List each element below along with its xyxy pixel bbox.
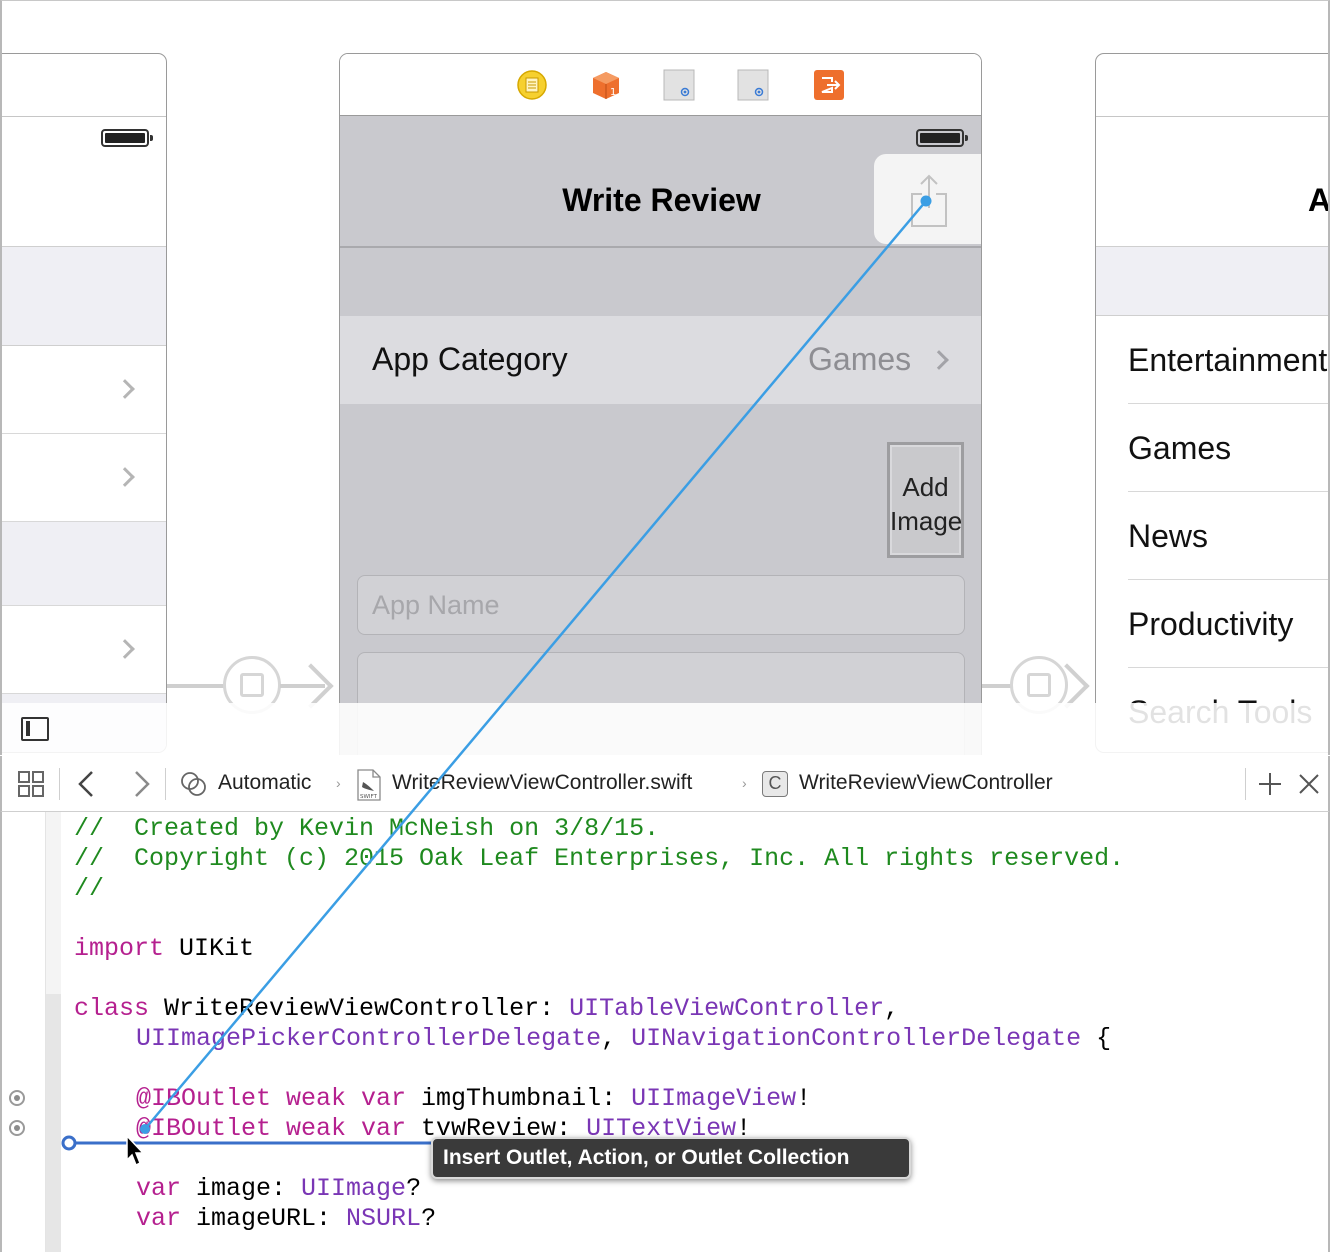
battery-icon: [101, 129, 153, 147]
table-row[interactable]: [2, 606, 166, 694]
code-line: import UIKit: [74, 934, 255, 963]
outlet-connection-icon[interactable]: [9, 1090, 25, 1106]
class-symbol-letter: C: [768, 773, 782, 793]
code-line: class WriteReviewViewController: UITable…: [74, 994, 900, 1023]
app-name-placeholder: App Name: [372, 590, 500, 620]
document-outline-toggle-icon[interactable]: [21, 717, 49, 741]
outlet-connection-icon[interactable]: [9, 1120, 25, 1136]
forward-arrow-icon[interactable]: [132, 770, 152, 798]
list-item-label: Games: [1128, 430, 1232, 466]
jump-bar-symbol[interactable]: WriteReviewViewController: [799, 771, 1053, 795]
storyboard-canvas[interactable]: 1 Write Review App Category Games Add Im…: [0, 0, 1330, 755]
close-icon[interactable]: [1298, 773, 1320, 795]
category-scene-title: A: [1308, 182, 1330, 218]
chevron-right-icon: [929, 350, 949, 370]
code-line: // Copyright (c) 2015 Oak Leaf Enterpris…: [74, 844, 1125, 873]
segue-arrow-icon: [288, 663, 334, 709]
list-item[interactable]: News: [1128, 492, 1328, 580]
add-image-label-line1: Add: [902, 472, 949, 502]
source-editor[interactable]: // Created by Kevin McNeish on 3/8/15. /…: [0, 812, 1330, 1252]
insert-outlet-tooltip: Insert Outlet, Action, or Outlet Collect…: [431, 1137, 911, 1179]
app-category-value: Games: [808, 341, 912, 377]
app-category-label: App Category: [372, 341, 568, 377]
table-row[interactable]: [2, 434, 166, 522]
write-review-scene[interactable]: 1 Write Review App Category Games Add Im…: [339, 53, 982, 755]
code-folding-ribbon[interactable]: [46, 812, 61, 1252]
view-controller-icon[interactable]: [516, 69, 548, 101]
jump-bar-mode[interactable]: Automatic: [218, 771, 311, 795]
list-item[interactable]: Productivity: [1128, 580, 1328, 668]
jump-bar-file[interactable]: WriteReviewViewController.swift: [392, 771, 692, 795]
code-line: // Created by Kevin McNeish on 3/8/15.: [74, 814, 660, 843]
exit-icon[interactable]: [813, 69, 845, 101]
left-scene[interactable]: [2, 53, 167, 753]
jump-bar: Automatic › SWIFT WriteReviewViewControl…: [0, 756, 1330, 812]
placeholder-object-icon[interactable]: [737, 69, 769, 101]
chevron-right-icon: [115, 639, 135, 659]
add-editor-icon[interactable]: [1258, 772, 1282, 796]
swift-file-icon: SWIFT: [357, 769, 381, 801]
class-symbol-icon: C: [762, 771, 788, 797]
code-line: var image: UIImage?: [136, 1174, 422, 1203]
app-name-field[interactable]: App Name: [357, 575, 965, 635]
breadcrumb-separator-icon: ›: [742, 775, 747, 791]
code-line: //: [74, 874, 105, 903]
app-category-row[interactable]: App Category Games: [340, 316, 981, 404]
add-image-label-line2: Image: [890, 506, 963, 536]
battery-icon: [916, 129, 968, 147]
code-line: UIImagePickerControllerDelegate, UINavig…: [136, 1024, 1112, 1053]
related-items-icon[interactable]: [17, 770, 45, 798]
list-item-label: Entertainment: [1128, 342, 1328, 378]
line-gutter: [2, 812, 46, 1252]
chevron-right-icon: [115, 379, 135, 399]
svg-text:1: 1: [610, 87, 616, 98]
list-item[interactable]: Entertainment: [1128, 316, 1328, 404]
chevron-right-icon: [115, 467, 135, 487]
svg-text:SWIFT: SWIFT: [360, 794, 378, 800]
list-item-label: News: [1128, 518, 1209, 554]
back-arrow-icon[interactable]: [76, 770, 96, 798]
breadcrumb-separator-icon: ›: [336, 775, 341, 791]
share-button[interactable]: [874, 154, 981, 244]
code-line: @IBOutlet weak var imgThumbnail: UIImage…: [136, 1084, 812, 1113]
share-icon: [911, 174, 947, 227]
category-list-scene[interactable]: A Entertainment Games News Productivity …: [1095, 53, 1330, 753]
add-image-button[interactable]: Add Image: [887, 442, 964, 558]
placeholder-object-icon[interactable]: [663, 69, 695, 101]
list-item[interactable]: Games: [1128, 404, 1328, 492]
table-row[interactable]: [2, 346, 166, 434]
scene-dock: 1: [340, 54, 981, 116]
list-item-label: Productivity: [1128, 606, 1294, 642]
first-responder-icon[interactable]: 1: [590, 69, 622, 101]
automatic-mode-icon: [181, 772, 206, 796]
canvas-bottom-bar: [2, 703, 1328, 755]
code-line: var imageURL: NSURL?: [136, 1204, 437, 1233]
